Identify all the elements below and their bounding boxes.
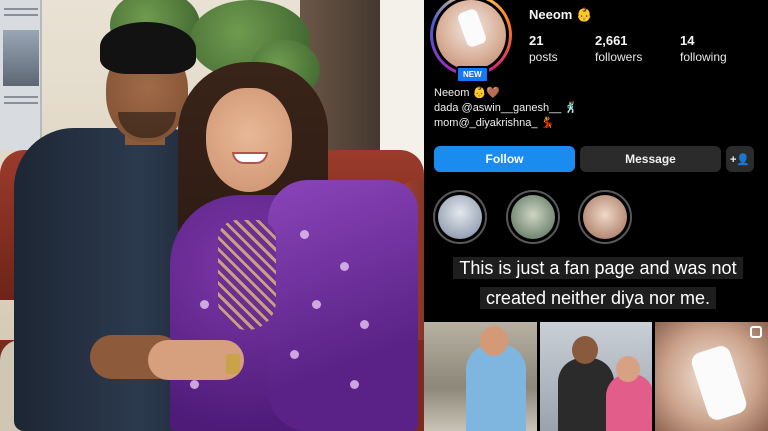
new-badge: NEW	[456, 66, 489, 83]
couple-photo	[0, 0, 424, 431]
profile-avatar[interactable]	[430, 0, 512, 76]
story-highlight[interactable]	[433, 190, 487, 244]
stat-following[interactable]: 14 following	[680, 33, 727, 64]
posts-count: 21	[529, 33, 544, 48]
bio-line[interactable]: dada @aswin__ganesh__ 🕺	[434, 101, 578, 116]
woman-dupatta	[268, 180, 418, 431]
follow-button[interactable]: Follow	[434, 146, 575, 172]
wristwatch	[226, 354, 240, 374]
post-thumbnail[interactable]	[424, 322, 537, 431]
instagram-profile-panel: NEW Neeom 👶 21 posts 2,661 followers 14 …	[424, 0, 768, 431]
baby-emoji: 👶	[575, 7, 593, 22]
story-highlight[interactable]	[506, 190, 560, 244]
message-button[interactable]: Message	[580, 146, 721, 172]
posts-grid	[424, 322, 768, 431]
post-thumbnail[interactable]	[655, 322, 768, 431]
followers-label: followers	[595, 50, 643, 64]
man-hair	[100, 22, 196, 74]
bio-line: Neeom 👶🤎	[434, 87, 500, 99]
username-text: Neeom	[529, 7, 573, 22]
stat-followers[interactable]: 2,661 followers	[595, 33, 642, 64]
following-count: 14	[680, 33, 695, 48]
following-label: following	[680, 50, 727, 64]
followers-count: 2,661	[595, 33, 628, 48]
woman-face	[206, 88, 292, 192]
dress-embroidery	[218, 220, 276, 330]
story-highlight[interactable]	[578, 190, 632, 244]
profile-username: Neeom 👶	[529, 7, 592, 23]
profile-bio: Neeom 👶🤎 dada @aswin__ganesh__ 🕺 mom@_di…	[434, 86, 578, 131]
posts-label: posts	[529, 50, 558, 64]
user-plus-icon: +👤	[729, 153, 751, 166]
bio-line[interactable]: mom@_diyakrishna_ 💃	[434, 116, 578, 131]
reel-icon	[750, 326, 763, 338]
caption-line: This is just a fan page and was not	[453, 257, 743, 279]
avatar-image	[436, 0, 506, 70]
caption-line: created neither diya nor me.	[479, 287, 717, 309]
overlay-caption: This is just a fan page and was not crea…	[428, 253, 768, 313]
suggest-user-button[interactable]: +👤	[726, 146, 754, 172]
wall-poster	[0, 0, 42, 150]
stat-posts[interactable]: 21 posts	[529, 33, 558, 64]
post-thumbnail[interactable]	[539, 322, 653, 431]
